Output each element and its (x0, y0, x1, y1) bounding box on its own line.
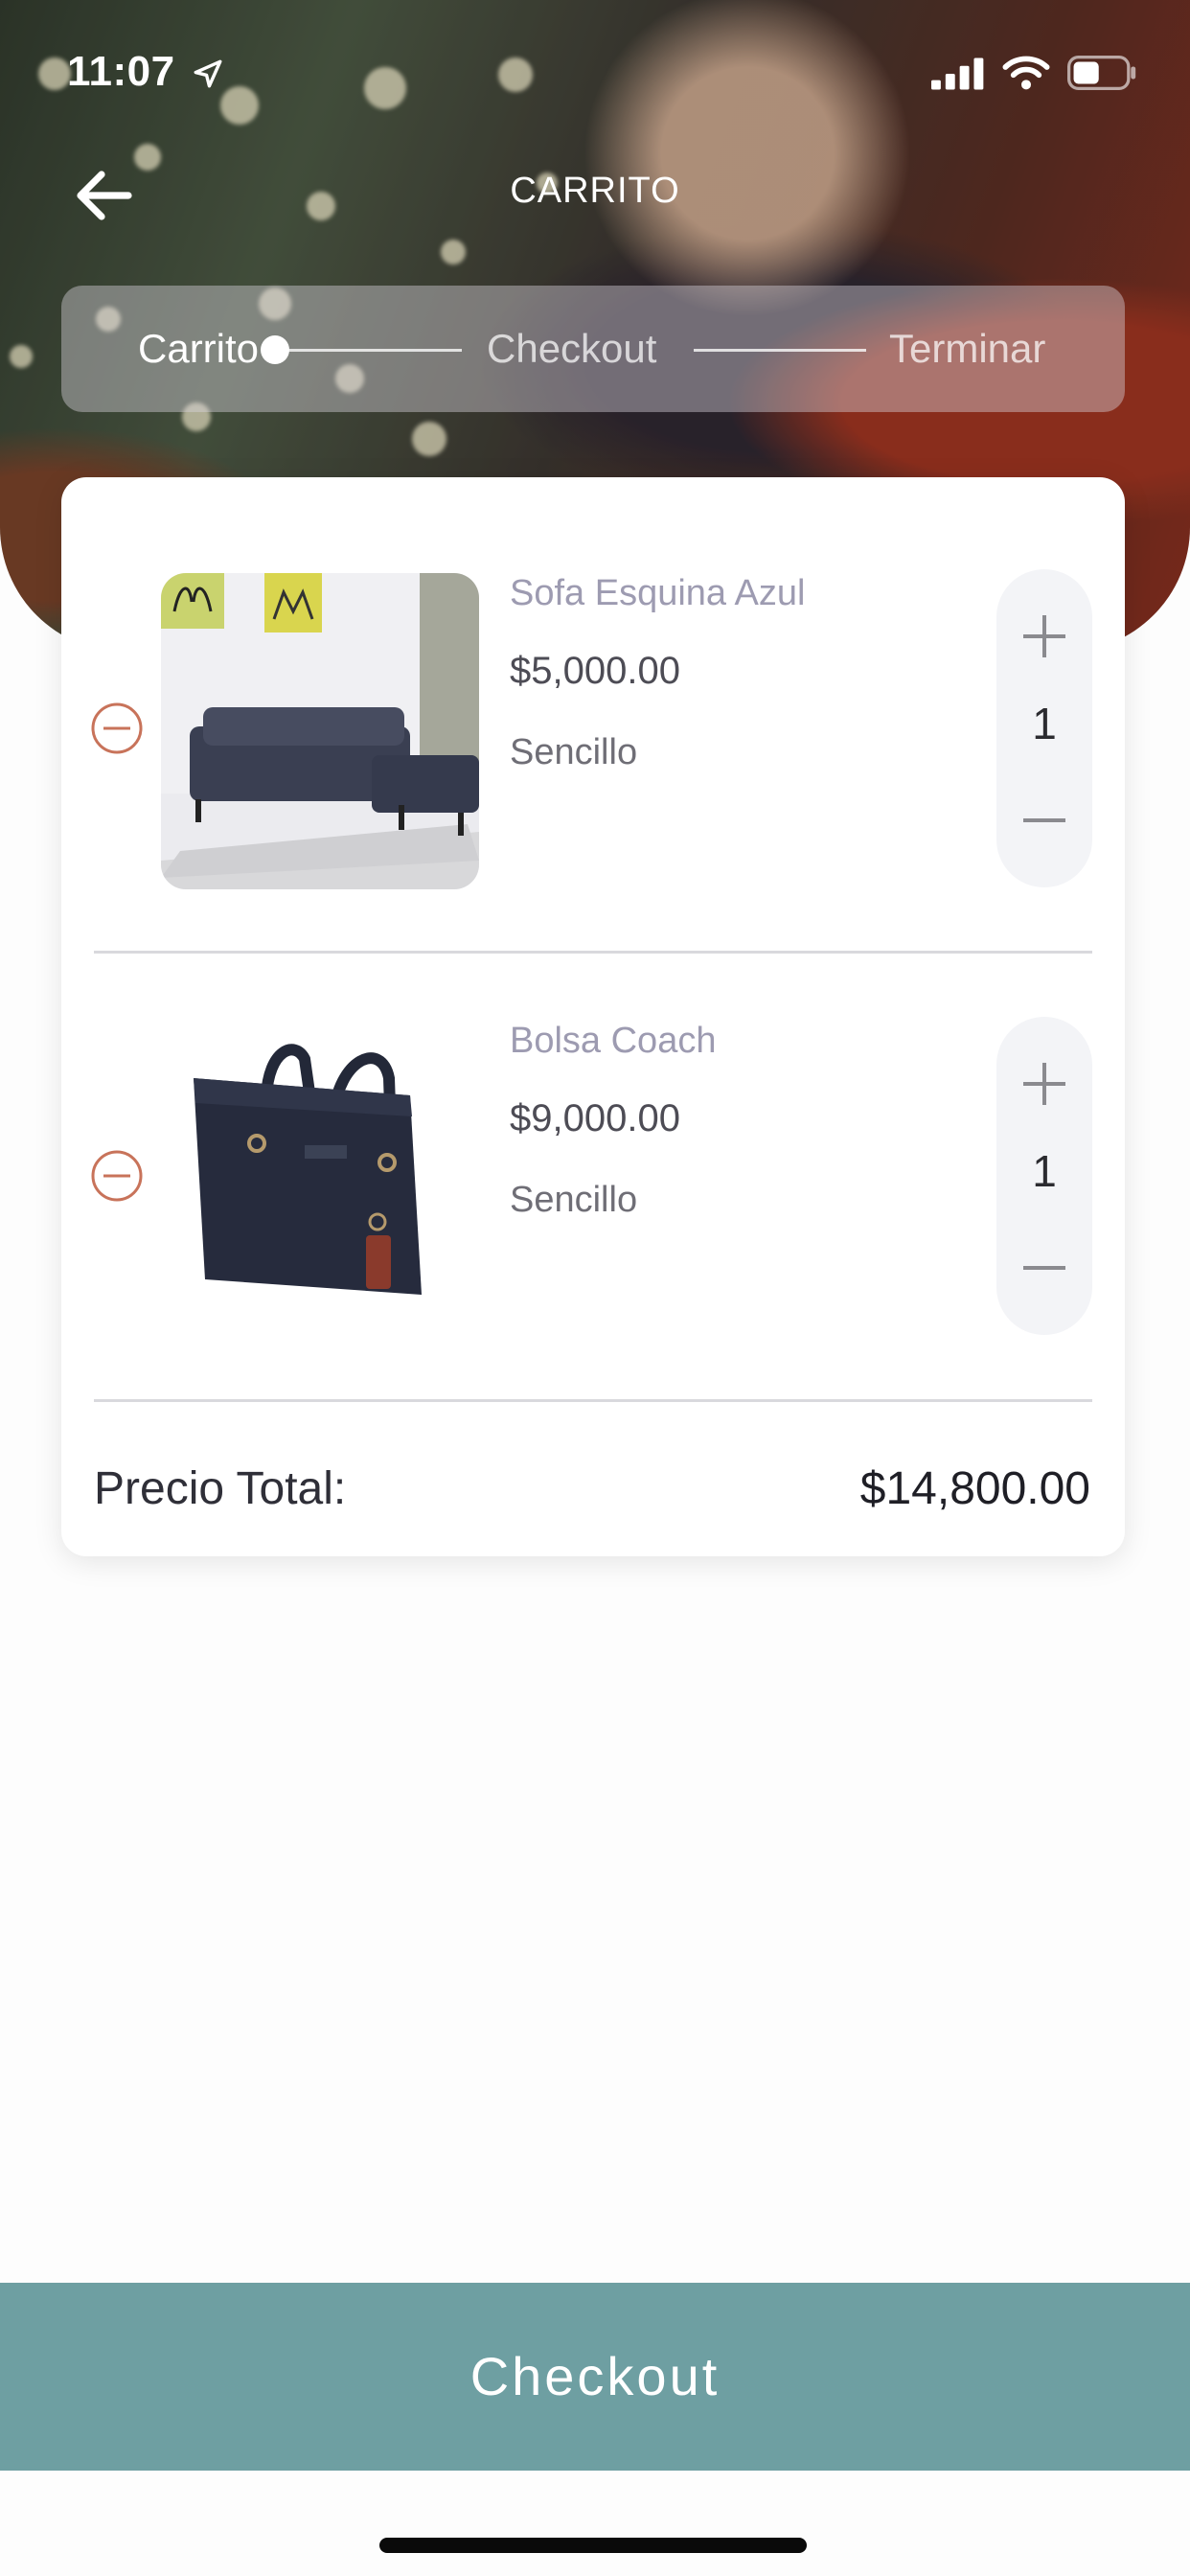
quantity-value: 1 (1032, 1146, 1057, 1196)
step-terminar: Terminar (889, 326, 1046, 371)
status-bar: 11:07 (0, 44, 1190, 102)
minus-icon[interactable] (996, 1220, 1092, 1316)
step-connector (278, 349, 462, 352)
cart-card: Sofa Esquina Azul $5,000.00 Sencillo 1 B… (61, 477, 1125, 1556)
location-arrow-icon (194, 59, 222, 88)
total-price-value: $14,800.00 (859, 1463, 1090, 1514)
checkout-progress-steps: Carrito Checkout Terminar (61, 286, 1125, 412)
checkout-button[interactable]: Checkout (0, 2283, 1190, 2471)
product-variant: Sencillo (510, 732, 638, 772)
item-divider (94, 951, 1092, 954)
battery-icon (1067, 56, 1136, 90)
step-connector (694, 349, 866, 352)
step-checkout: Checkout (487, 326, 657, 371)
plus-icon[interactable] (996, 588, 1092, 684)
total-price-label: Precio Total: (94, 1463, 347, 1514)
page-title: CARRITO (510, 171, 680, 211)
cart-screen: 11:07 CARRITO Carrito Checkout Terminar … (0, 0, 1190, 2576)
step-carrito: Carrito (138, 326, 260, 371)
status-time: 11:07 (67, 48, 175, 95)
home-indicator (379, 2538, 807, 2553)
product-variant: Sencillo (510, 1180, 638, 1220)
cart-item: Bolsa Coach $9,000.00 Sencillo 1 (61, 1017, 1125, 1346)
plus-icon[interactable] (996, 1036, 1092, 1132)
quantity-stepper: 1 (996, 1017, 1092, 1335)
minus-icon[interactable] (996, 772, 1092, 868)
remove-item-icon[interactable] (90, 702, 144, 755)
quantity-stepper: 1 (996, 569, 1092, 887)
product-price: $9,000.00 (510, 1097, 680, 1139)
item-divider (94, 1399, 1092, 1402)
product-name: Bolsa Coach (510, 1021, 717, 1061)
cart-item: Sofa Esquina Azul $5,000.00 Sencillo 1 (61, 569, 1125, 899)
cellular-signal-icon (931, 58, 984, 90)
product-image-handbag (161, 1021, 479, 1337)
active-step-indicator (261, 335, 289, 364)
product-price: $5,000.00 (510, 650, 680, 692)
product-name: Sofa Esquina Azul (510, 573, 806, 613)
remove-item-icon[interactable] (90, 1149, 144, 1203)
quantity-value: 1 (1032, 699, 1057, 748)
wifi-icon (1002, 56, 1050, 90)
product-image-sofa (161, 573, 479, 889)
